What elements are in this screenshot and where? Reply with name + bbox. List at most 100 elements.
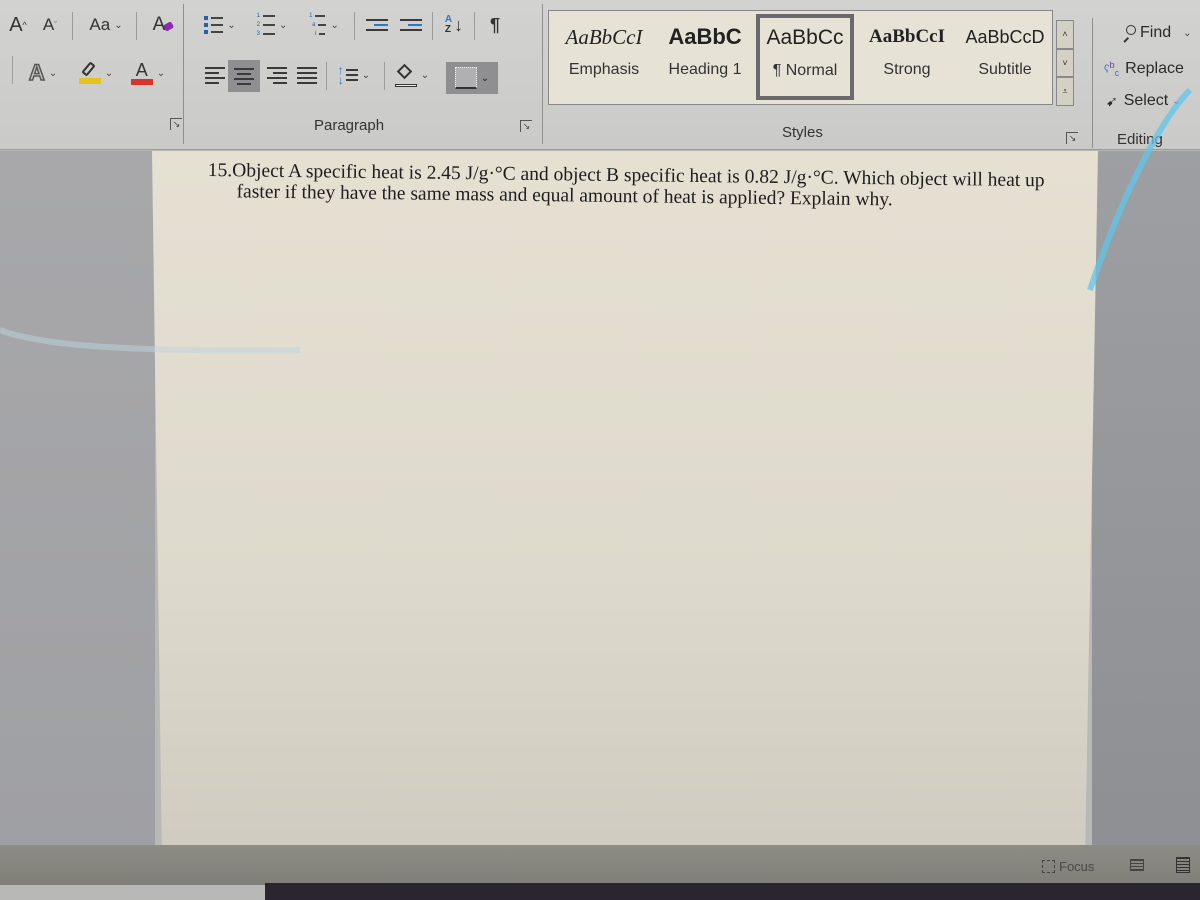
paragraph-group: ⌄ 1 2 3 ⌄ 1 a i ⌄ AZ ↓ ¶ ↑ ↓ ⌄ ⌄ ⌄ Parag… (184, 0, 540, 150)
chevron-down-icon: ⌄ (480, 72, 490, 84)
style-emphasis[interactable]: AaBbCcI Emphasis (555, 17, 653, 99)
multilevel-list-icon: 1 a i (309, 13, 327, 37)
style-heading-1[interactable]: AaBbC Heading 1 (657, 17, 753, 99)
chevron-down-icon: ⌄ (1172, 95, 1181, 107)
style-name: Subtitle (978, 61, 1032, 78)
sort-icon: AZ ↓ (444, 14, 464, 35)
align-left-icon (205, 64, 225, 87)
chevron-down-icon: ⌄ (227, 19, 236, 31)
find-button[interactable]: Find ⌄ (1122, 24, 1192, 42)
chevron-down-icon: ⌄ (48, 67, 58, 79)
more-styles-button[interactable]: ⩡ (1056, 77, 1074, 107)
text-effects-button[interactable]: A ⌄ (22, 58, 64, 88)
separator (136, 12, 137, 40)
clear-formatting-button[interactable]: A (144, 12, 174, 38)
justify-icon (297, 64, 317, 87)
borders-button[interactable]: ⌄ (446, 62, 498, 94)
ribbon: A ^ Aˇ Aa ⌄ A A ⌄ ⌄ A ⌄ ↘ ⌄ 1 2 3 ⌄ 1 a … (0, 0, 1200, 150)
font-dialog-launcher[interactable]: ↘ (170, 118, 182, 130)
shrink-font-button[interactable]: Aˇ (38, 12, 62, 38)
editing-group-label: Editing (1117, 131, 1163, 148)
document-gutter-left (0, 151, 155, 851)
align-center-button[interactable] (228, 60, 260, 92)
separator (12, 56, 13, 84)
align-right-button[interactable] (262, 60, 292, 90)
print-layout-icon (1176, 857, 1190, 873)
read-mode-icon (1130, 859, 1144, 871)
paragraph-dialog-launcher[interactable]: ↘ (520, 120, 532, 132)
increase-indent-button[interactable] (396, 12, 426, 38)
shading-button[interactable]: ⌄ (390, 60, 434, 90)
sort-button[interactable]: AZ ↓ (438, 10, 470, 40)
style-name: Heading 1 (668, 61, 742, 78)
align-left-button[interactable] (200, 60, 230, 90)
scroll-down-button[interactable]: ˅ (1056, 48, 1074, 78)
bullets-button[interactable]: ⌄ (198, 12, 242, 38)
borders-icon (454, 67, 477, 89)
line-spacing-icon: ↑ ↓ (338, 64, 358, 86)
separator (72, 12, 73, 40)
style-preview: AaBbC (668, 24, 742, 49)
font-color-button[interactable]: A ⌄ (124, 58, 172, 88)
line-spacing-button[interactable]: ↑ ↓ ⌄ (332, 60, 376, 90)
style-normal[interactable]: AaBbCc ¶ Normal (756, 14, 854, 100)
numbering-button[interactable]: 1 2 3 ⌄ (250, 12, 294, 38)
print-layout-button[interactable] (1176, 857, 1190, 873)
styles-gallery: AaBbCcI Emphasis AaBbC Heading 1 AaBbCc … (548, 10, 1053, 105)
grow-font-button[interactable]: A ^ (6, 12, 30, 38)
decrease-indent-icon (366, 16, 388, 34)
styles-dialog-launcher[interactable]: ↘ (1066, 132, 1078, 144)
font-color-icon: A (130, 60, 153, 86)
style-preview: AaBbCc (766, 26, 844, 49)
taskbar (265, 883, 1200, 900)
chevron-down-icon: ⌄ (104, 67, 114, 79)
highlight-color-button[interactable]: ⌄ (72, 58, 120, 88)
font-group: A ^ Aˇ Aa ⌄ A A ⌄ ⌄ A ⌄ ↘ (0, 0, 182, 150)
style-strong[interactable]: AaBbCcI Strong (859, 17, 955, 99)
document-page[interactable] (152, 151, 1098, 861)
style-name: ¶ Normal (772, 62, 838, 79)
style-subtitle[interactable]: AaBbCcD Subtitle (957, 17, 1053, 99)
separator (474, 12, 475, 40)
pilcrow-icon: ¶ (489, 14, 500, 35)
change-case-button[interactable]: Aa ⌄ (80, 12, 132, 38)
decrease-indent-button[interactable] (362, 12, 392, 38)
replace-button[interactable]: ʕbc Replace (1104, 60, 1184, 78)
scroll-up-button[interactable]: ˄ (1056, 20, 1074, 49)
style-name: Strong (883, 61, 931, 78)
chevron-down-icon: ⌄ (330, 19, 339, 31)
chevron-down-icon: ⌄ (420, 69, 430, 81)
style-name: Emphasis (568, 61, 640, 78)
chevron-down-icon: ⌄ (1183, 27, 1192, 39)
align-center-icon (234, 65, 254, 88)
clear-formatting-icon: A (153, 14, 174, 36)
bullet-list-icon (204, 16, 224, 34)
numbered-list-icon: 1 2 3 (257, 13, 275, 37)
paint-bucket-icon (394, 63, 417, 87)
justify-button[interactable] (292, 60, 322, 90)
increase-indent-icon (400, 16, 422, 34)
styles-group-label: Styles (782, 124, 823, 141)
select-button[interactable]: ➹ Select ⌄ (1106, 92, 1181, 110)
multilevel-list-button[interactable]: 1 a i ⌄ (302, 12, 346, 38)
search-icon (1122, 25, 1136, 42)
chevron-down-icon: ⌄ (278, 19, 288, 31)
text-effects-icon: A (28, 59, 45, 86)
separator (354, 12, 355, 40)
status-bar: Focus (0, 845, 1200, 885)
group-separator (542, 4, 543, 144)
group-separator (1092, 18, 1093, 148)
focus-mode-button[interactable]: Focus (1042, 859, 1094, 874)
chevron-down-icon: ⌄ (361, 69, 371, 81)
focus-icon (1042, 860, 1055, 873)
show-formatting-marks-button[interactable]: ¶ (480, 12, 510, 38)
align-right-icon (267, 64, 287, 87)
paragraph-group-label: Paragraph (314, 117, 385, 134)
read-mode-button[interactable] (1130, 859, 1144, 871)
document-gutter-right (1092, 151, 1200, 861)
style-preview: AaBbCcD (965, 27, 1045, 47)
cursor-icon: ➹ (1106, 92, 1118, 109)
chevron-down-icon: ⌄ (114, 19, 123, 31)
style-preview: AaBbCcI (565, 25, 643, 49)
styles-gallery-scroll: ˄ ˅ ⩡ (1056, 20, 1074, 107)
